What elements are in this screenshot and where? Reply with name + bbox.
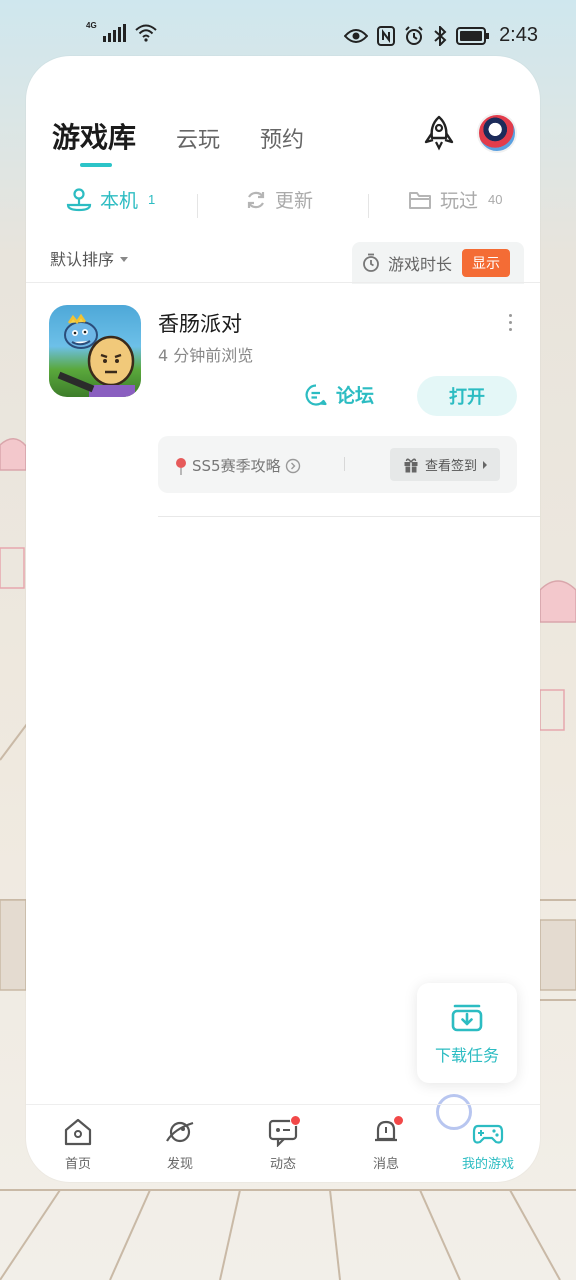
download-task-button[interactable]: 下载任务 bbox=[417, 983, 517, 1083]
caret-down-icon bbox=[120, 256, 129, 262]
sub-tab-played[interactable]: 玩过 40 bbox=[408, 186, 502, 213]
sort-label: 默认排序 bbox=[50, 250, 115, 269]
nav-feed-label: 动态 bbox=[269, 1157, 296, 1172]
status-left: 4G bbox=[86, 20, 157, 42]
playtime-label: 游戏时长 bbox=[388, 255, 453, 274]
battery-icon bbox=[456, 26, 490, 45]
nav-home-label: 首页 bbox=[64, 1157, 91, 1172]
nav-my-games[interactable]: 我的游戏 bbox=[448, 1117, 528, 1172]
nav-my-games-label: 我的游戏 bbox=[461, 1157, 514, 1172]
status-right: 2:43 bbox=[344, 24, 538, 47]
sort-dropdown[interactable]: 默认排序 bbox=[50, 246, 129, 270]
nav-messages-label: 消息 bbox=[372, 1157, 399, 1172]
game-title[interactable]: 香肠派对 bbox=[158, 308, 242, 338]
tab-game-library[interactable]: 游戏库 bbox=[52, 116, 136, 156]
sub-tab-played-count: 40 bbox=[488, 192, 503, 207]
eye-icon bbox=[344, 28, 369, 43]
feed-badge bbox=[290, 1115, 301, 1126]
bluetooth-icon bbox=[434, 25, 447, 46]
gamepad-icon bbox=[472, 1124, 504, 1144]
forum-button[interactable]: 论坛 bbox=[304, 381, 374, 408]
signal-icon bbox=[102, 24, 126, 42]
download-task-label: 下载任务 bbox=[434, 1046, 499, 1065]
game-info-panel: SS5赛季攻略 查看签到 bbox=[158, 436, 517, 493]
gift-icon bbox=[404, 458, 418, 472]
rocket-icon[interactable] bbox=[421, 114, 457, 152]
download-icon bbox=[451, 1004, 483, 1032]
forum-icon bbox=[305, 383, 327, 406]
messages-badge bbox=[393, 1115, 404, 1126]
forum-label: 论坛 bbox=[336, 385, 375, 407]
sub-tab-divider bbox=[368, 194, 369, 218]
divider bbox=[26, 282, 540, 283]
nav-discover[interactable]: 发现 bbox=[140, 1117, 220, 1172]
refresh-icon bbox=[247, 191, 265, 208]
alarm-icon bbox=[405, 25, 423, 45]
show-playtime-button[interactable]: 显示 bbox=[462, 249, 511, 277]
panel-divider bbox=[344, 457, 345, 471]
sub-tab-update-label: 更新 bbox=[275, 191, 314, 212]
item-divider bbox=[158, 516, 540, 517]
folder-icon bbox=[409, 191, 431, 209]
timer-icon bbox=[363, 253, 379, 272]
nav-messages[interactable]: 消息 bbox=[346, 1115, 426, 1172]
network-type: 4G bbox=[86, 20, 97, 30]
tab-cloud-play[interactable]: 云玩 bbox=[176, 122, 220, 154]
nav-feed-icon-wrap bbox=[267, 1115, 301, 1148]
user-avatar[interactable] bbox=[477, 113, 517, 153]
nav-feed[interactable]: 动态 bbox=[243, 1115, 323, 1172]
game-icon[interactable] bbox=[49, 305, 141, 397]
location-pin-icon bbox=[176, 457, 186, 475]
sub-tab-divider bbox=[197, 194, 198, 218]
sub-tabs: 本机 1 更新 玩过 40 bbox=[26, 186, 540, 226]
game-artwork bbox=[57, 313, 135, 397]
active-tab-indicator bbox=[80, 163, 112, 167]
home-icon bbox=[64, 1118, 92, 1146]
season-guide-link[interactable]: SS5赛季攻略 bbox=[174, 455, 301, 476]
wifi-icon bbox=[135, 24, 157, 42]
clock: 2:43 bbox=[499, 24, 538, 46]
top-tabs: 游戏库 云玩 预约 bbox=[52, 116, 304, 156]
sub-tab-local-count: 1 bbox=[148, 192, 156, 207]
open-game-button[interactable]: 打开 bbox=[417, 376, 517, 416]
chevron-right-circle-icon bbox=[285, 458, 300, 473]
bottom-navigation: 首页 发现 动态 消息 我的游戏 bbox=[26, 1104, 540, 1182]
season-guide-label: SS5赛季攻略 bbox=[192, 457, 281, 475]
check-in-button[interactable]: 查看签到 bbox=[390, 448, 500, 481]
game-last-viewed: 4 分钟前浏览 bbox=[158, 346, 254, 365]
more-options-icon[interactable] bbox=[504, 314, 516, 334]
sub-tab-local[interactable]: 本机 1 bbox=[66, 186, 155, 213]
chevron-right-icon bbox=[483, 460, 487, 469]
check-in-label: 查看签到 bbox=[424, 459, 477, 474]
joystick-icon bbox=[66, 187, 92, 211]
sub-tab-local-label: 本机 bbox=[100, 191, 139, 212]
sub-tab-played-label: 玩过 bbox=[440, 191, 479, 212]
status-bar: 4G 2:43 bbox=[0, 18, 576, 54]
nfc-icon bbox=[377, 25, 396, 46]
planet-icon bbox=[166, 1121, 194, 1143]
nav-discover-label: 发现 bbox=[166, 1157, 193, 1172]
nav-home[interactable]: 首页 bbox=[38, 1117, 118, 1172]
game-library-card: 游戏库 云玩 预约 本机 1 更新 玩过 40 默认排序 游戏时长 显示 香肠派… bbox=[26, 56, 540, 1182]
nav-messages-icon-wrap bbox=[370, 1115, 404, 1147]
playtime-toggle: 游戏时长 显示 bbox=[352, 242, 524, 284]
tab-reservation[interactable]: 预约 bbox=[260, 122, 304, 154]
sub-tab-update[interactable]: 更新 bbox=[245, 186, 313, 213]
